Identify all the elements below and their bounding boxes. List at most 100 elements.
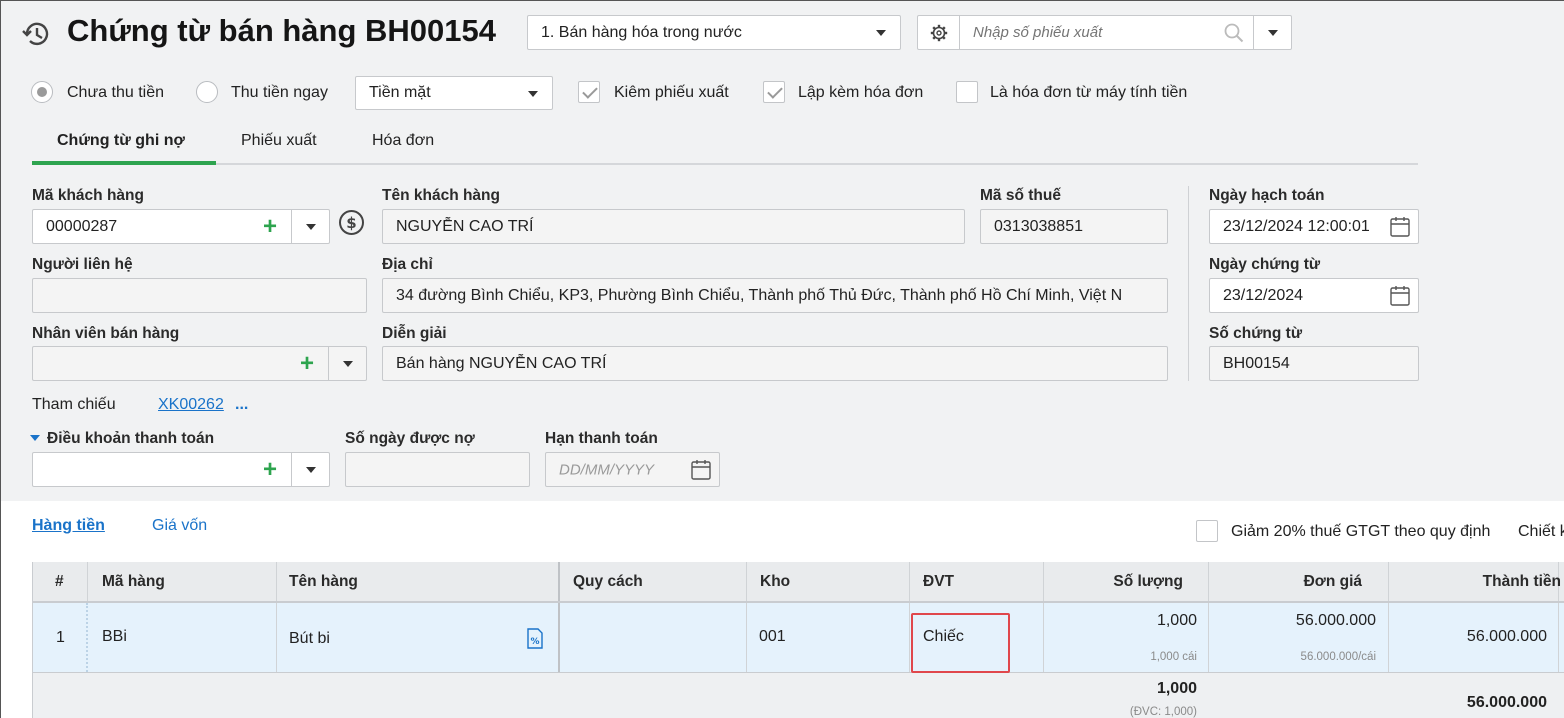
unpaid-label: Chưa thu tiền [67,84,164,101]
dollar-icon[interactable]: $ [338,209,365,236]
calendar-icon[interactable] [1390,285,1410,306]
total-amount: 56.000.000 [1466,694,1547,711]
row-unit-price-sub: 56.000.000/cái [1300,651,1376,663]
voucher-date-label: Ngày chứng từ [1209,256,1321,273]
col-unit-price[interactable]: Đơn giá [1304,573,1362,591]
payment-terms-label: Điều khoản thanh toán [47,430,215,447]
row-warehouse[interactable]: 001 [759,628,786,646]
row-item-name[interactable]: Bút bi [289,630,330,648]
chevron-down-icon[interactable] [306,467,316,473]
table-footer-totals: 1,000 (ĐVC: 1,000) 56.000.000 [33,673,1564,718]
form-divider [1188,186,1189,381]
row-quantity[interactable]: 1,000 [1157,612,1197,630]
row-item-code[interactable]: BBi [102,628,127,646]
customer-code-field[interactable]: 00000287 + [32,209,330,244]
cash-register-invoice-checkbox[interactable] [956,81,978,103]
col-amount[interactable]: Thành tiền [1483,573,1561,591]
search-dropdown-button[interactable] [1253,16,1291,49]
collapse-triangle-icon[interactable] [30,435,40,441]
page-title: Chứng từ bán hàng BH00154 [67,13,497,48]
col-warehouse[interactable]: Kho [760,573,790,591]
tab-debit-voucher[interactable]: Chứng từ ghi nợ [57,132,185,150]
chevron-down-icon [528,91,538,97]
total-quantity-sub: (ĐVC: 1,000) [1129,706,1197,718]
posting-date-field[interactable]: 23/12/2024 12:00:01 [1209,209,1419,244]
with-invoice-label: Lập kèm hóa đơn [798,84,924,101]
settings-button[interactable] [918,16,960,49]
credit-days-field[interactable] [345,452,530,487]
salesperson-field[interactable]: + [32,346,367,381]
credit-days-label: Số ngày được nợ [345,430,475,447]
vat-reduction-label: Giảm 20% thuế GTGT theo quy định [1231,523,1491,540]
address-field[interactable]: 34 đường Bình Chiểu, KP3, Phường Bình Ch… [382,278,1168,313]
calendar-icon[interactable] [691,459,711,480]
reference-link[interactable]: XK00262 [158,396,224,414]
svg-text:$: $ [346,214,356,232]
description-field[interactable]: Bán hàng NGUYỄN CAO TRÍ [382,346,1168,381]
tab-goods-money[interactable]: Hàng tiền [32,517,105,535]
paid-now-radio[interactable] [196,81,218,103]
customer-code-label: Mã khách hàng [32,187,144,204]
reference-label: Tham chiếu [32,396,116,413]
vat-reduction-checkbox[interactable] [1196,520,1218,542]
discount-doc-icon[interactable]: % [526,628,544,649]
discount-label: Chiết k [1518,523,1564,540]
gear-icon [930,24,948,42]
total-quantity: 1,000 [1156,680,1197,697]
voucher-no-field[interactable]: BH00154 [1209,346,1419,381]
description-label: Diễn giải [382,325,447,342]
col-index[interactable]: # [55,573,64,591]
row-amount[interactable]: 56.000.000 [1467,628,1547,646]
search-group [917,15,1292,50]
sales-voucher-window: Chứng từ bán hàng BH00154 1. Bán hàng hó… [0,0,1564,718]
col-spec[interactable]: Quy cách [573,573,643,591]
add-customer-icon[interactable]: + [263,215,277,239]
row-quantity-sub: 1,000 cái [1150,651,1197,663]
tab-issue-slip[interactable]: Phiếu xuất [241,132,317,150]
chevron-down-icon[interactable] [343,361,353,367]
col-item-name[interactable]: Tên hàng [289,573,358,591]
contact-field[interactable] [32,278,367,313]
calendar-icon[interactable] [1390,216,1410,237]
history-icon[interactable] [21,18,53,50]
row-unit-price[interactable]: 56.000.000 [1296,612,1376,630]
issue-slip-checkbox[interactable] [578,81,600,103]
col-item-code[interactable]: Mã hàng [102,573,165,591]
search-icon[interactable] [1224,23,1244,43]
voucher-type-select[interactable]: 1. Bán hàng hóa trong nước [527,15,901,50]
payment-method-select[interactable]: Tiền mặt [355,76,553,110]
tax-code-field[interactable]: 0313038851 [980,209,1168,244]
col-quantity[interactable]: Số lượng [1113,573,1183,591]
col-unit[interactable]: ĐVT [923,573,954,591]
due-date-field[interactable]: DD/MM/YYYY [545,452,720,487]
unit-highlight-box [911,613,1010,673]
header-area: Chứng từ bán hàng BH00154 1. Bán hàng hó… [1,1,1564,501]
with-invoice-checkbox[interactable] [763,81,785,103]
payment-terms-field[interactable]: + [32,452,330,487]
chevron-down-icon [1268,30,1278,36]
chevron-down-icon [876,30,886,36]
due-date-label: Hạn thanh toán [545,430,658,447]
tax-code-label: Mã số thuế [980,187,1061,204]
slip-search-input[interactable] [961,16,1251,49]
table-header: # Mã hàng Tên hàng Quy cách Kho ĐVT Số l… [33,562,1564,603]
tab-cost-price[interactable]: Giá vốn [152,517,207,535]
voucher-no-label: Số chứng từ [1209,325,1303,342]
voucher-date-field[interactable]: 23/12/2024 [1209,278,1419,313]
customer-name-field[interactable]: NGUYỄN CAO TRÍ [382,209,965,244]
row-index: 1 [56,629,65,646]
add-payment-terms-icon[interactable]: + [263,458,277,482]
reference-more-button[interactable]: ... [235,396,248,414]
chevron-down-icon[interactable] [306,224,316,230]
customer-name-label: Tên khách hàng [382,187,500,204]
unpaid-radio[interactable] [31,81,53,103]
tab-invoice[interactable]: Hóa đơn [372,132,434,150]
cash-register-invoice-label: Là hóa đơn từ máy tính tiền [990,84,1188,101]
tab-underline [32,163,1418,165]
address-label: Địa chỉ [382,256,433,273]
active-tab-indicator [32,161,216,165]
table-row[interactable]: 1 BBi Bút bi % 001 Chiếc 1,000 1,000 cái… [33,603,1564,673]
posting-date-label: Ngày hạch toán [1209,187,1325,204]
add-salesperson-icon[interactable]: + [300,352,314,376]
items-table: # Mã hàng Tên hàng Quy cách Kho ĐVT Số l… [32,562,1564,718]
